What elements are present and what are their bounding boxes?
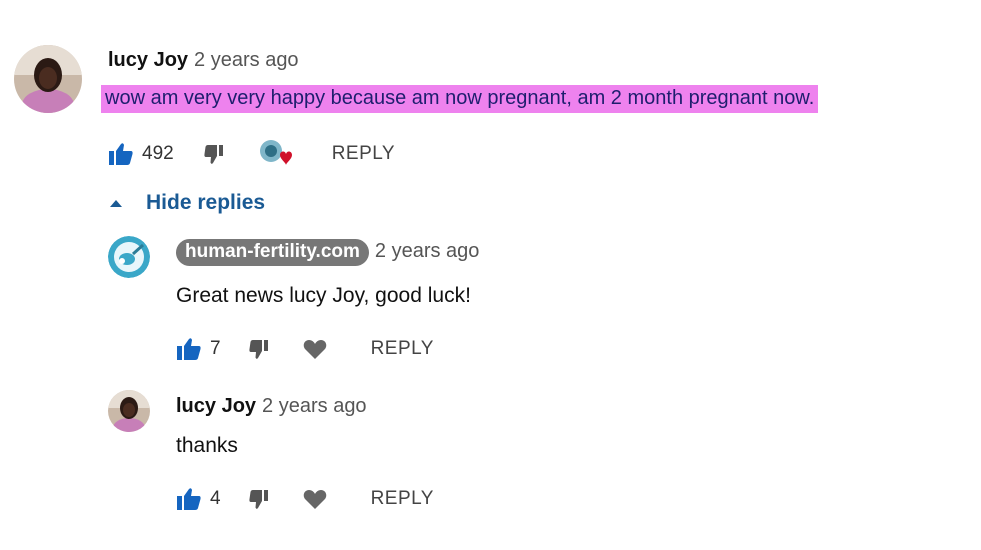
thumbs-down-icon[interactable] bbox=[248, 488, 273, 510]
heart-icon[interactable] bbox=[303, 338, 327, 360]
commenter-avatar[interactable] bbox=[14, 45, 82, 113]
reply-button[interactable]: REPLY bbox=[332, 143, 395, 165]
heart-icon[interactable] bbox=[303, 488, 327, 510]
comment-author[interactable]: lucy Joy bbox=[108, 49, 188, 71]
reply-2-header: lucy Joy 2 years ago bbox=[176, 393, 367, 421]
reply-1-header: human-fertility.com 2 years ago bbox=[176, 238, 479, 266]
reply-1-text: Great news lucy Joy, good luck! bbox=[176, 284, 471, 307]
thumbs-up-icon[interactable] bbox=[108, 142, 134, 166]
thumbs-down-icon[interactable] bbox=[248, 338, 273, 360]
comment-header: lucy Joy 2 years ago bbox=[108, 47, 299, 75]
reply-2-text: thanks bbox=[176, 434, 238, 457]
hide-replies-button[interactable]: Hide replies bbox=[110, 191, 265, 215]
comment-thread: lucy Joy 2 years ago wow am very very hap… bbox=[0, 0, 981, 550]
reply-1-author-badge[interactable]: human-fertility.com bbox=[176, 239, 369, 266]
like-count: 4 bbox=[210, 488, 221, 509]
reply-2-author[interactable]: lucy Joy bbox=[176, 395, 256, 417]
reply-2-actions: 4 REPLY bbox=[176, 485, 434, 513]
like-count: 492 bbox=[142, 143, 174, 164]
channel-avatar[interactable] bbox=[108, 236, 150, 278]
comment-body: wow am very very happy because am now pr… bbox=[101, 85, 819, 113]
comment-time[interactable]: 2 years ago bbox=[194, 49, 299, 71]
thumbs-up-icon[interactable] bbox=[176, 487, 202, 511]
reply-button[interactable]: REPLY bbox=[371, 338, 434, 360]
commenter-avatar[interactable] bbox=[108, 390, 150, 432]
comment-actions: 492 REPLY bbox=[108, 140, 395, 168]
reply-button[interactable]: REPLY bbox=[371, 488, 434, 510]
reply-1-time[interactable]: 2 years ago bbox=[375, 240, 480, 262]
reply-2-time[interactable]: 2 years ago bbox=[262, 395, 367, 417]
thumbs-up-icon[interactable] bbox=[176, 337, 202, 361]
like-count: 7 bbox=[210, 338, 221, 359]
reply-1-actions: 7 REPLY bbox=[176, 335, 434, 363]
thumbs-down-icon[interactable] bbox=[204, 143, 228, 165]
creator-heart-icon bbox=[258, 139, 292, 169]
caret-up-icon bbox=[110, 199, 122, 207]
comment-text: wow am very very happy because am now pr… bbox=[101, 85, 819, 113]
hide-replies-label: Hide replies bbox=[146, 191, 266, 214]
channel-logo-icon bbox=[108, 236, 150, 278]
